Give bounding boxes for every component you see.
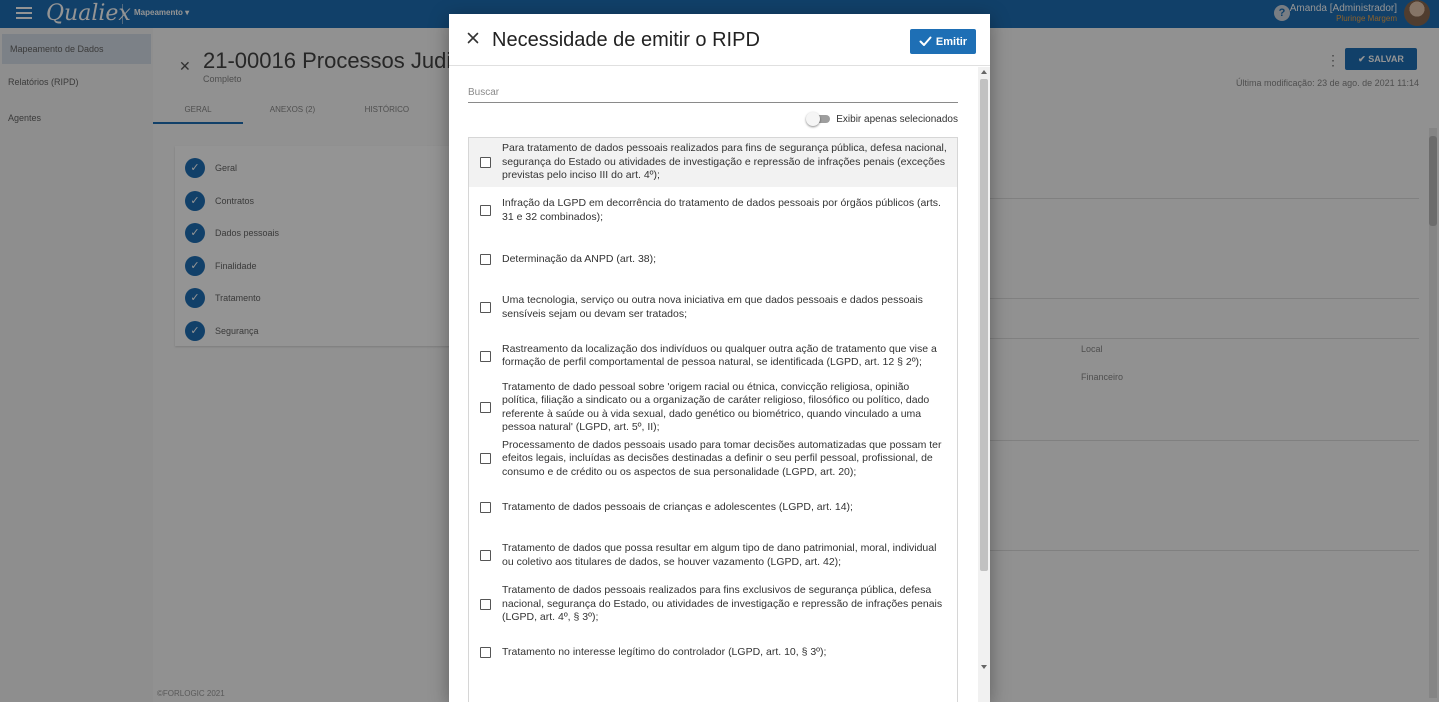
dialog-scrollbar-thumb[interactable] (980, 79, 988, 571)
list-item[interactable]: Infração da LGPD em decorrência do trata… (469, 187, 957, 236)
toggle-knob (806, 112, 821, 126)
checkbox[interactable] (480, 302, 491, 314)
checkbox[interactable] (480, 501, 491, 513)
item-text: Tratamento de dados que possa resultar e… (502, 542, 937, 568)
checkbox[interactable] (480, 598, 491, 610)
close-icon[interactable] (465, 30, 481, 46)
list-item[interactable]: Uma tecnologia, serviço ou outra nova in… (469, 284, 957, 333)
search-input[interactable] (468, 79, 958, 98)
dialog-scrollbar[interactable] (978, 67, 990, 702)
checkbox[interactable] (480, 402, 491, 413)
list-item[interactable]: Tratamento no interesse legítimo do cont… (469, 629, 957, 678)
item-text: Infração da LGPD em decorrência do trata… (502, 197, 941, 223)
emit-label: Emitir (935, 35, 968, 48)
item-text: Tratamento de dado pessoal sobre 'origem… (502, 380, 930, 434)
dialog-header: Necessidade de emitir o RIPD Emitir (449, 14, 990, 66)
list-item[interactable]: Tratamento de dado pessoal sobre 'origem… (469, 381, 957, 435)
list-item[interactable]: Tratamento de dados pessoais de crianças… (469, 483, 957, 532)
item-text: Tratamento de dados pessoais realizados … (502, 584, 943, 623)
item-text: Determinação da ANPD (art. 38); (502, 252, 657, 265)
checkbox[interactable] (480, 647, 491, 659)
search-field (468, 79, 958, 103)
checkbox[interactable] (480, 253, 491, 265)
item-text: Tratamento no interesse legítimo do cont… (502, 646, 827, 658)
emit-button[interactable]: Emitir (910, 29, 976, 54)
check-icon (919, 36, 932, 46)
item-text: Uma tecnologia, serviço ou outra nova in… (502, 294, 923, 320)
show-selected-toggle-row: Exibir apenas selecionados (806, 112, 958, 126)
ripd-dialog: Necessidade de emitir o RIPD Emitir Exib… (449, 14, 990, 702)
item-text: Tratamento de dados pessoais de crianças… (502, 500, 853, 513)
list-item[interactable]: Rastreamento da localização dos indivídu… (469, 332, 957, 381)
show-selected-toggle[interactable] (806, 112, 831, 126)
dialog-body: Exibir apenas selecionados Para tratamen… (449, 67, 979, 702)
item-text: Rastreamento da localização dos indivídu… (502, 342, 937, 369)
scroll-down-icon[interactable] (981, 665, 987, 669)
checkbox[interactable] (480, 205, 491, 217)
checkbox[interactable] (480, 550, 491, 562)
list-item[interactable]: Tratamento de dados pessoais realizados … (469, 580, 957, 629)
criteria-list: Para tratamento de dados pessoais realiz… (468, 137, 958, 702)
checkbox[interactable] (480, 156, 491, 168)
list-item[interactable]: Para tratamento de dados pessoais realiz… (469, 138, 957, 187)
list-item[interactable]: Determinação da ANPD (art. 38); (469, 235, 957, 284)
item-text: Processamento de dados pessoais usado pa… (502, 438, 942, 478)
toggle-label: Exibir apenas selecionados (836, 113, 958, 125)
checkbox[interactable] (480, 350, 491, 362)
list-item[interactable]: Tratamento de dados que possa resultar e… (469, 532, 957, 581)
item-text: Para tratamento de dados pessoais realiz… (502, 142, 947, 181)
scroll-up-icon[interactable] (981, 70, 987, 74)
checkbox[interactable] (480, 453, 491, 465)
dialog-title: Necessidade de emitir o RIPD (492, 29, 760, 51)
list-item[interactable]: Processamento de dados pessoais usado pa… (469, 435, 957, 484)
